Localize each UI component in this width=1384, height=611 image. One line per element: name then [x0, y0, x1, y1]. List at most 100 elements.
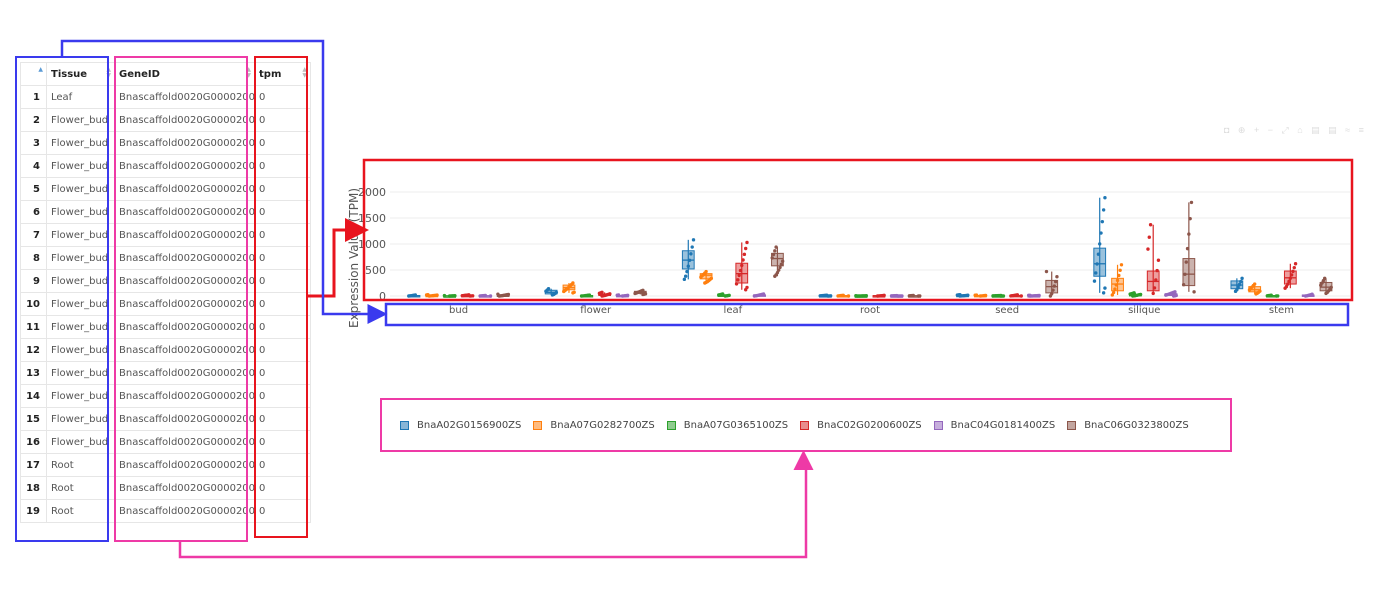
legend-item[interactable]: BnaC02G0200600ZS [800, 420, 922, 431]
box-plot [1283, 262, 1298, 290]
data-point [742, 252, 747, 257]
data-point [1154, 278, 1158, 282]
data-point [483, 293, 488, 298]
data-point [625, 293, 630, 298]
data-point [1132, 291, 1136, 295]
expression-chart: 0500100015002000 bud flower leaf root seed si… [60, 39, 1354, 559]
data-point [1240, 276, 1244, 281]
data-point [1055, 275, 1059, 279]
data-point [1052, 284, 1057, 288]
data-point [1269, 293, 1273, 297]
data-point [745, 285, 749, 290]
data-point [1152, 286, 1157, 290]
box-plot [478, 293, 493, 298]
data-point [1098, 242, 1102, 246]
box-plot [1146, 223, 1161, 296]
chart-values-highlight [362, 158, 1354, 302]
box-plot [907, 293, 922, 298]
data-point [771, 252, 776, 257]
box-plot [407, 293, 421, 298]
data-point [1099, 231, 1103, 235]
data-point [841, 293, 845, 297]
data-point [1118, 268, 1122, 272]
data-point [1237, 282, 1242, 287]
data-point [1181, 283, 1186, 287]
box-plot [615, 293, 630, 298]
legend-item[interactable]: BnaA07G0282700ZS [533, 420, 655, 431]
x-tick-label: root [860, 305, 880, 316]
chart-modebar[interactable]: ◘ ⊕ + − ⤢ ⌂ ▤ ▤ ≈ ≡ [1224, 125, 1367, 136]
box-plot [460, 293, 475, 298]
data-point [1187, 232, 1191, 236]
data-point [496, 292, 500, 296]
box-plot [633, 288, 648, 297]
legend-item[interactable]: BnaC06G0323800ZS [1067, 420, 1189, 431]
legend-item[interactable]: BnaA02G0156900ZS [400, 420, 521, 431]
data-point [741, 258, 745, 262]
data-point [453, 293, 457, 298]
box-plot [991, 293, 1006, 298]
data-point [1258, 289, 1262, 293]
data-point [743, 246, 748, 251]
data-point [1103, 286, 1107, 290]
data-point [1289, 273, 1294, 277]
box-plot [770, 245, 785, 278]
data-point [895, 293, 899, 298]
data-point [413, 293, 418, 297]
legend-swatch [1067, 420, 1077, 430]
data-point [690, 245, 694, 249]
legend-label: BnaC02G0200600ZS [817, 419, 922, 431]
legend-swatch [933, 420, 943, 430]
data-point [900, 294, 904, 298]
legend-label: BnaC06G0323800ZS [1084, 419, 1189, 431]
data-point [1101, 291, 1106, 295]
chart-legend: BnaA02G0156900ZS BnaA07G0282700ZS BnaA07G0… [380, 398, 1232, 452]
data-point [685, 269, 689, 274]
data-point [435, 293, 439, 297]
data-point [1239, 279, 1243, 284]
box-plot [955, 293, 970, 298]
box-plot [1181, 200, 1196, 294]
data-point [1189, 200, 1194, 205]
box-plot [1247, 282, 1262, 296]
data-point [958, 293, 962, 297]
data-point [1092, 279, 1097, 283]
data-point [1114, 283, 1118, 287]
box-plot [699, 269, 714, 285]
box-plot [597, 290, 612, 298]
data-point [1192, 290, 1196, 294]
data-point [778, 265, 782, 270]
y-tick-label: 1000 [358, 238, 386, 251]
legend-item[interactable]: BnaC04G0181400ZS [933, 420, 1055, 431]
box-plot [544, 287, 559, 297]
data-point [704, 269, 708, 274]
data-point [682, 277, 687, 282]
data-point [773, 249, 777, 253]
legend-label: BnaA02G0156900ZS [417, 419, 522, 431]
data-point [1184, 260, 1188, 264]
box-plot [1164, 290, 1178, 298]
y-tick-label: 500 [365, 264, 386, 277]
data-point [1287, 279, 1291, 284]
data-point [1146, 247, 1150, 251]
data-point [1183, 272, 1187, 276]
data-point [1019, 294, 1023, 298]
data-point [1103, 196, 1107, 200]
legend-item[interactable]: BnaA07G0365100ZS [666, 420, 788, 431]
data-point [641, 288, 645, 292]
data-point [1288, 276, 1293, 280]
box-plot [681, 238, 696, 282]
box-plot [734, 240, 749, 292]
data-point [687, 258, 692, 262]
data-point [1174, 293, 1178, 298]
data-point [1185, 246, 1190, 251]
data-point [999, 293, 1003, 298]
legend-swatch [533, 420, 543, 430]
box-plot [1319, 276, 1333, 296]
data-point [1293, 262, 1298, 266]
data-point [488, 294, 493, 298]
data-point [846, 294, 851, 298]
data-point [1037, 293, 1041, 298]
data-point [1095, 262, 1099, 266]
data-point [779, 262, 784, 267]
